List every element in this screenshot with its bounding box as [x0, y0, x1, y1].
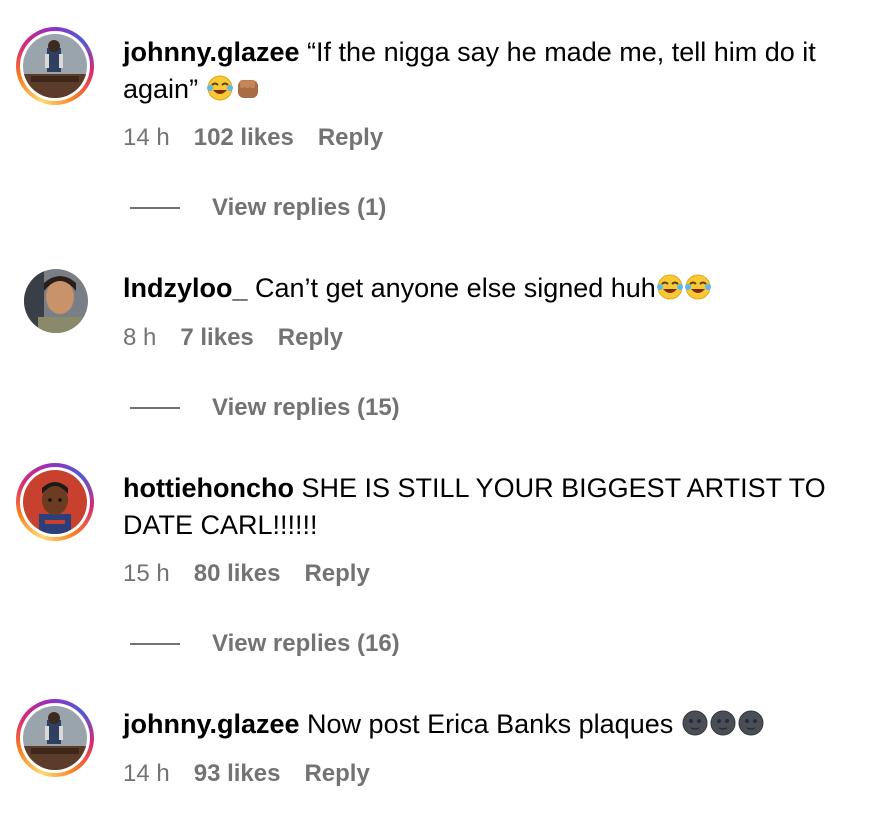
face-with-tears-of-joy-emoji — [206, 74, 234, 102]
view-replies-button[interactable]: View replies (15) — [130, 394, 400, 422]
avatar[interactable] — [24, 269, 88, 333]
avatar-story-ring[interactable] — [16, 699, 94, 777]
comment-meta: 14 h 102 likes Reply — [123, 124, 383, 152]
comment-text: lndzyloo_ Can’t get anyone else signed h… — [123, 270, 873, 307]
new-moon-face-emoji — [709, 709, 737, 737]
username-link[interactable]: hottiehoncho — [123, 473, 294, 503]
view-replies-button[interactable]: View replies (16) — [130, 630, 400, 658]
comment-time: 15 h — [123, 560, 170, 587]
comment-body: Now post Erica Banks plaques — [307, 709, 674, 739]
comment-time: 14 h — [123, 760, 170, 787]
comment-time: 8 h — [123, 324, 157, 351]
likes-count[interactable]: 102 likes — [194, 124, 294, 152]
likes-count[interactable]: 93 likes — [194, 760, 281, 788]
view-replies-label: View replies (1) — [212, 194, 387, 221]
face-with-tears-of-joy-emoji — [684, 273, 712, 301]
username-link[interactable]: lndzyloo_ — [123, 273, 248, 303]
face-with-tears-of-joy-emoji — [656, 273, 684, 301]
avatar — [23, 706, 87, 770]
view-replies-label: View replies (16) — [212, 630, 400, 657]
new-moon-face-emoji — [681, 709, 709, 737]
comment-meta: 8 h 7 likes Reply — [123, 324, 343, 352]
comment-text: hottiehoncho SHE IS STILL YOUR BIGGEST A… — [123, 470, 873, 544]
comment-meta: 14 h 93 likes Reply — [123, 760, 370, 788]
likes-count[interactable]: 7 likes — [180, 324, 253, 352]
replies-divider — [130, 207, 180, 209]
fist-bump-emoji — [234, 74, 262, 102]
comment-text: johnny.glazee “If the nigga say he made … — [123, 34, 873, 108]
comment-text: johnny.glazee Now post Erica Banks plaqu… — [123, 706, 873, 743]
username-link[interactable]: johnny.glazee — [123, 709, 300, 739]
reply-button[interactable]: Reply — [304, 560, 369, 588]
avatar-story-ring[interactable] — [16, 27, 94, 105]
avatar — [23, 470, 87, 534]
comment-meta: 15 h 80 likes Reply — [123, 560, 370, 588]
username-link[interactable]: johnny.glazee — [123, 37, 300, 67]
likes-count[interactable]: 80 likes — [194, 560, 281, 588]
view-replies-label: View replies (15) — [212, 394, 400, 421]
new-moon-face-emoji — [737, 709, 765, 737]
avatar-story-ring[interactable] — [16, 463, 94, 541]
avatar — [23, 34, 87, 98]
comment-time: 14 h — [123, 124, 170, 151]
comment-body: Can’t get anyone else signed huh — [255, 273, 656, 303]
replies-divider — [130, 407, 180, 409]
replies-divider — [130, 643, 180, 645]
reply-button[interactable]: Reply — [318, 124, 383, 152]
view-replies-button[interactable]: View replies (1) — [130, 194, 386, 222]
reply-button[interactable]: Reply — [278, 324, 343, 352]
reply-button[interactable]: Reply — [304, 760, 369, 788]
